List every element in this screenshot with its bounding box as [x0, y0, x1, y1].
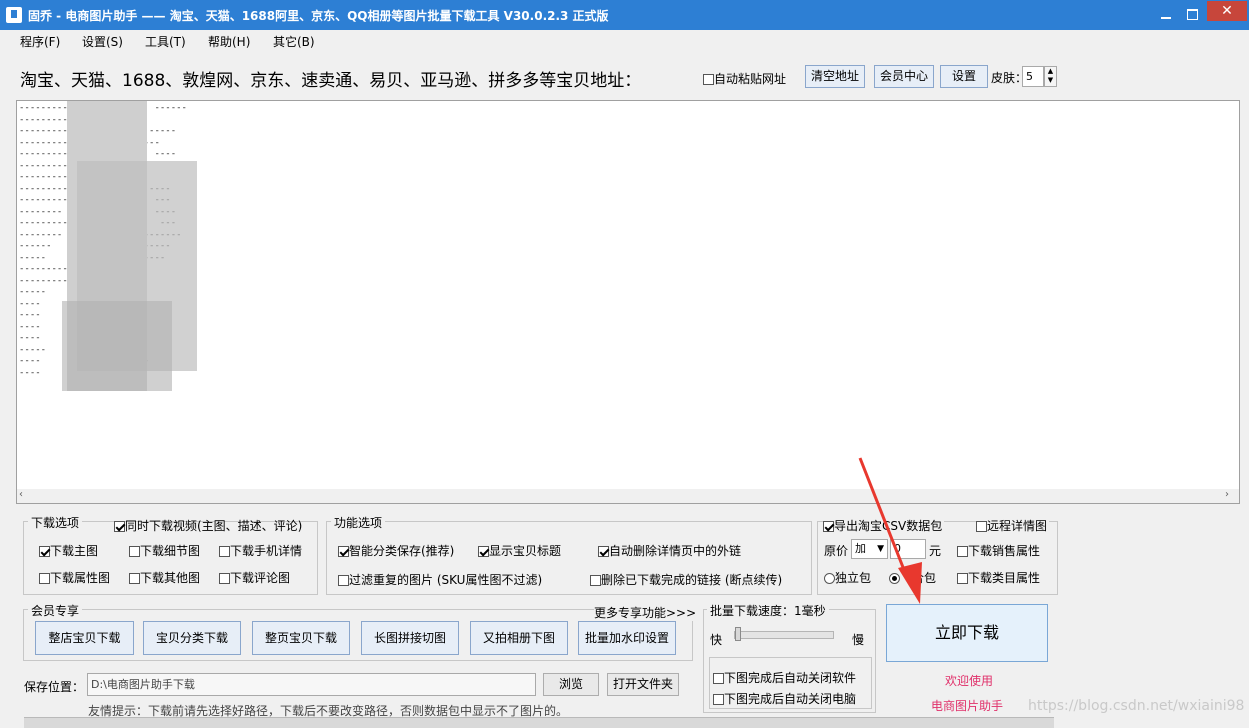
checkbox-icon	[957, 573, 968, 584]
blurred-region	[62, 301, 172, 391]
checkbox-icon	[338, 546, 349, 557]
close-icon[interactable]: ✕	[1207, 1, 1247, 21]
scroll-right-icon[interactable]: ›	[1225, 489, 1229, 500]
member-group-title: 会员专享	[28, 602, 83, 619]
app-download-icon	[6, 7, 22, 23]
checkbox-icon	[129, 546, 140, 557]
scroll-left-icon[interactable]: ‹	[19, 489, 23, 500]
download-video-checkbox[interactable]: 同时下载视频(主图、描述、评论)	[114, 517, 302, 534]
horizontal-scrollbar[interactable]: ‹ ›	[17, 489, 1239, 503]
filter-duplicates-checkbox[interactable]: 过滤重复的图片 (SKU属性图不过滤)	[338, 571, 542, 588]
settings-button[interactable]: 设置	[940, 65, 988, 88]
checkbox-icon	[39, 546, 50, 557]
page-download-button[interactable]: 整页宝贝下载	[252, 621, 350, 655]
checkbox-icon	[219, 573, 230, 584]
menu-settings[interactable]: 设置(S)	[82, 33, 123, 50]
download-category-attr-checkbox[interactable]: 下载类目属性	[957, 569, 1040, 586]
url-sources-heading: 淘宝、天猫、1688、敦煌网、京东、速卖通、易贝、亚马逊、拼多多等宝贝地址：	[20, 71, 642, 91]
browse-button[interactable]: 浏览	[543, 673, 599, 696]
radio-icon	[824, 573, 835, 584]
checkbox-icon	[338, 575, 349, 586]
speed-slow-label: 慢	[852, 633, 865, 647]
delete-completed-links-checkbox[interactable]: 删除已下载完成的链接 (断点续传)	[590, 571, 782, 588]
save-path-input[interactable]: D:\电商图片助手下载	[87, 673, 536, 696]
checkbox-icon	[823, 521, 834, 532]
save-location-label: 保存位置：	[24, 680, 85, 694]
menu-bar	[0, 30, 1249, 52]
log-line: ----	[19, 310, 41, 320]
skin-spinner-input[interactable]: 5	[1022, 66, 1044, 87]
download-options-title: 下载选项	[28, 514, 83, 531]
remote-detail-checkbox[interactable]: 远程详情图	[976, 517, 1050, 534]
arrow-shaft	[858, 457, 910, 581]
download-now-button[interactable]: 立即下载	[886, 604, 1048, 662]
more-features-link[interactable]: 更多专享功能>>>	[594, 604, 697, 621]
window-title: 固乔 - 电商图片助手 —— 淘宝、天猫、1688阿里、京东、QQ相册等图片批量…	[28, 9, 609, 23]
speed-slider-thumb[interactable]	[735, 627, 741, 641]
menu-other[interactable]: 其它(B)	[273, 33, 315, 50]
status-strip	[24, 717, 1054, 728]
download-detail-image-checkbox[interactable]: 下载细节图	[129, 542, 200, 559]
menu-program[interactable]: 程序(F)	[20, 33, 60, 50]
checkbox-icon	[219, 546, 230, 557]
open-folder-button[interactable]: 打开文件夹	[607, 673, 679, 696]
checkbox-icon	[478, 546, 489, 557]
speed-title: 批量下载速度：1毫秒	[707, 602, 829, 619]
checkbox-icon	[114, 521, 125, 532]
auto-shutdown-checkbox[interactable]: 下图完成后自动关闭电脑	[713, 690, 856, 707]
checkbox-icon	[39, 573, 50, 584]
watermark-text: https://blog.csdn.net/wxiaini98	[1028, 698, 1245, 714]
checkbox-icon	[129, 573, 140, 584]
url-log-textarea[interactable]: ----------- ------ --------------- -------…	[16, 100, 1240, 504]
download-mobile-detail-checkbox[interactable]: 下载手机详情	[219, 542, 302, 559]
category-download-button[interactable]: 宝贝分类下载	[143, 621, 241, 655]
checkbox-icon	[590, 575, 601, 586]
speed-slider-track[interactable]	[734, 631, 834, 639]
log-line: -----	[19, 287, 47, 297]
batch-watermark-button[interactable]: 批量加水印设置	[578, 621, 676, 655]
remove-external-links-checkbox[interactable]: 自动删除详情页中的外链	[598, 542, 741, 559]
smart-classify-checkbox[interactable]: 智能分类保存(推荐)	[338, 542, 454, 559]
arrow-head	[898, 562, 922, 604]
download-other-image-checkbox[interactable]: 下载其他图	[129, 569, 200, 586]
checkbox-icon	[957, 546, 968, 557]
shop-download-button[interactable]: 整店宝贝下载	[35, 621, 134, 655]
auto-close-app-checkbox[interactable]: 下图完成后自动关闭软件	[713, 669, 856, 686]
checkbox-icon	[713, 673, 724, 684]
checkbox-icon	[976, 521, 987, 532]
speed-fast-label: 快	[710, 633, 723, 647]
checkbox-icon	[713, 694, 724, 705]
menu-tools[interactable]: 工具(T)	[145, 33, 186, 50]
long-image-stitch-button[interactable]: 长图拼接切图	[361, 621, 459, 655]
welcome-text: 欢迎使用	[945, 674, 994, 688]
auto-paste-checkbox[interactable]: 自动粘贴网址	[703, 70, 786, 87]
app-name-text: 电商图片助手	[931, 699, 1004, 713]
member-center-button[interactable]: 会员中心	[874, 65, 934, 88]
clear-address-button[interactable]: 清空地址	[805, 65, 865, 88]
download-attribute-image-checkbox[interactable]: 下载属性图	[39, 569, 110, 586]
checkbox-icon	[598, 546, 609, 557]
checkbox-icon	[703, 74, 714, 85]
red-arrow-annotation	[858, 457, 922, 604]
function-options-title: 功能选项	[331, 514, 386, 531]
download-main-image-checkbox[interactable]: 下载主图	[39, 542, 98, 559]
download-sales-attr-checkbox[interactable]: 下载销售属性	[957, 542, 1040, 559]
maximize-icon[interactable]	[1180, 4, 1206, 24]
download-review-image-checkbox[interactable]: 下载评论图	[219, 569, 290, 586]
menu-help[interactable]: 帮助(H)	[208, 33, 250, 50]
log-line: ----	[19, 298, 41, 309]
minimize-icon[interactable]	[1152, 4, 1180, 24]
skin-spinner-arrows-icon[interactable]: ▲ ▼	[1044, 66, 1057, 87]
show-title-checkbox[interactable]: 显示宝贝标题	[478, 542, 561, 559]
yuan-label: 元	[929, 544, 942, 558]
youpai-album-button[interactable]: 又拍相册下图	[470, 621, 568, 655]
